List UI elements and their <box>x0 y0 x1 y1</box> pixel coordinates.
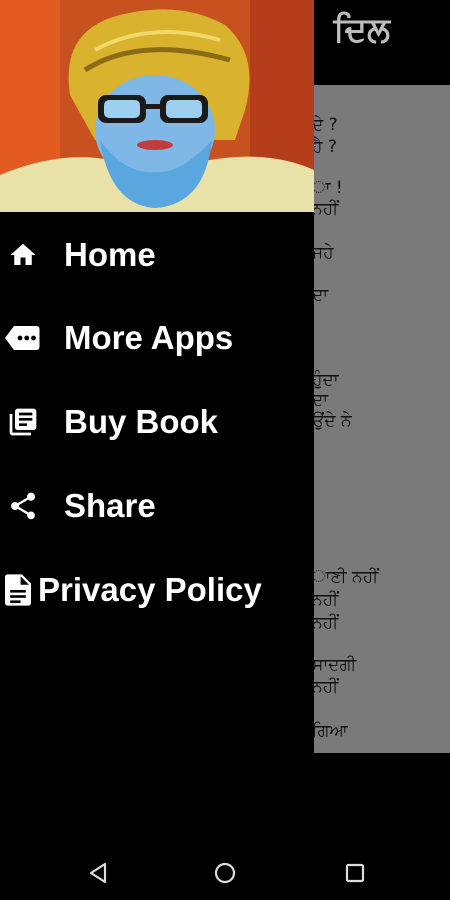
content-line: ਗਿਆ <box>312 721 348 741</box>
menu-item-more-apps[interactable]: More Apps <box>0 303 314 373</box>
menu-item-label: More Apps <box>64 319 234 356</box>
content-line: ਉਂਦੇ ਨੇ <box>312 411 352 431</box>
home-icon <box>3 235 43 275</box>
menu-item-label: Home <box>64 236 156 273</box>
content-line: ਨਹੀਂ <box>312 677 339 697</box>
content-line: ਜਹੇ <box>312 243 334 263</box>
share-icon <box>3 486 43 526</box>
content-line: ਹੁੰਦਾ <box>312 370 339 390</box>
menu-item-label: Share <box>64 487 156 524</box>
menu-item-label: Buy Book <box>64 403 219 440</box>
content-line: ਸਾਦਗੀ <box>312 655 357 675</box>
system-navigation-bar <box>0 845 450 900</box>
back-icon[interactable] <box>78 853 118 893</box>
content-line: ਾਣੀ ਨਹੀਂ <box>312 567 379 587</box>
document-icon <box>4 570 32 610</box>
content-line: ਾ ! <box>312 178 343 198</box>
portrait-illustration <box>0 0 314 212</box>
more-apps-icon <box>3 318 43 358</box>
book-icon <box>3 402 43 442</box>
content-line: ਦਾ <box>312 285 329 305</box>
content-line: ਦਾ <box>312 390 329 410</box>
home-circle-icon[interactable] <box>205 853 245 893</box>
app-title: ਦਿਲ <box>333 10 390 50</box>
recents-icon[interactable] <box>335 853 375 893</box>
menu-item-home[interactable]: Home <box>0 220 314 290</box>
drawer-header-image <box>0 0 314 212</box>
content-line: ਦੇ ? <box>312 115 338 135</box>
content-line: ਨਹੀਂ <box>312 613 339 633</box>
menu-item-share[interactable]: Share <box>0 471 314 541</box>
content-line: ਹੈ ? <box>312 137 337 157</box>
menu-item-label: Privacy Policy <box>38 571 262 608</box>
content-line: ਨਹੀਂ <box>312 199 339 219</box>
menu-item-privacy-policy[interactable]: Privacy Policy <box>0 555 314 625</box>
content-line: ਨਹੀਂ <box>312 590 339 610</box>
navigation-drawer: Home More Apps Buy Book Share Privacy Po… <box>0 0 314 845</box>
menu-item-buy-book[interactable]: Buy Book <box>0 387 314 457</box>
